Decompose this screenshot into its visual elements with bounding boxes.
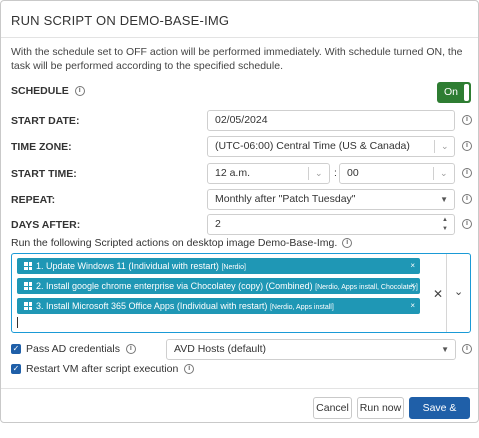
- schedule-label-text: SCHEDULE: [11, 85, 69, 97]
- selected-action-chip: 1. Update Windows 11 (Individual with re…: [17, 258, 420, 274]
- pass-ad-label-text: Pass AD credentials: [26, 343, 120, 355]
- start-minute-value: 00: [347, 167, 359, 179]
- run-script-dialog: RUN SCRIPT ON DEMO-BASE-IMG With the sch…: [0, 0, 479, 434]
- clear-all-icon[interactable]: ✕: [433, 287, 443, 301]
- repeat-value: Monthly after "Patch Tuesday": [215, 193, 356, 205]
- remove-chip-icon[interactable]: ×: [410, 278, 415, 294]
- time-zone-select[interactable]: (UTC-06:00) Central Time (US & Canada) ⌄: [207, 136, 455, 157]
- scripted-actions-label-text: Run the following Scripted actions on de…: [11, 237, 338, 249]
- start-hour-select[interactable]: 12 a.m. ⌄: [207, 163, 330, 184]
- restart-vm-info-icon[interactable]: i: [184, 364, 195, 375]
- chip-label: 1. Update Windows 11 (Individual with re…: [36, 261, 219, 271]
- cancel-button[interactable]: Cancel: [313, 397, 352, 419]
- start-date-input[interactable]: 02/05/2024: [207, 110, 455, 131]
- text-cursor[interactable]: [17, 317, 18, 328]
- schedule-description: With the schedule set to OFF action will…: [11, 46, 463, 72]
- start-time-info-icon[interactable]: i: [462, 168, 472, 178]
- chevron-down-icon[interactable]: ⌄: [454, 285, 463, 298]
- title-divider: [1, 37, 478, 38]
- days-after-value: 2: [215, 218, 221, 230]
- run-now-button[interactable]: Run now: [357, 397, 404, 419]
- divider: [433, 167, 434, 180]
- time-zone-label: TIME ZONE:: [11, 141, 72, 153]
- toggle-knob: [464, 84, 469, 101]
- pass-ad-checkbox[interactable]: ✓: [11, 344, 21, 354]
- selected-action-chip: 3. Install Microsoft 365 Office Apps (In…: [17, 298, 420, 314]
- pass-ad-select[interactable]: AVD Hosts (default) ▼: [166, 339, 456, 360]
- chip-label: 2. Install google chrome enterprise via …: [36, 281, 313, 291]
- days-after-info-icon[interactable]: i: [462, 219, 472, 229]
- pass-ad-label: Pass AD credentials i: [26, 343, 136, 355]
- footer-divider: [1, 388, 478, 389]
- restart-vm-label: Restart VM after script execution i: [26, 363, 195, 375]
- scripted-actions-multiselect[interactable]: 1. Update Windows 11 (Individual with re…: [11, 253, 471, 333]
- pass-ad-select-info-icon[interactable]: i: [462, 344, 472, 354]
- chip-tags: [Nerdio, Apps install]: [269, 304, 334, 311]
- start-date-info-icon[interactable]: i: [462, 115, 472, 125]
- windows-icon: [24, 302, 32, 311]
- caret-down-icon: ▼: [441, 345, 449, 354]
- info-icon[interactable]: i: [74, 86, 85, 97]
- start-hour-value: 12 a.m.: [215, 167, 251, 179]
- repeat-info-icon[interactable]: i: [462, 194, 472, 204]
- selected-action-chip: 2. Install google chrome enterprise via …: [17, 278, 420, 294]
- divider: [308, 167, 309, 180]
- chevron-down-icon: ⌄: [315, 168, 323, 178]
- windows-icon: [24, 262, 32, 271]
- windows-icon: [24, 282, 32, 291]
- divider: [446, 254, 447, 332]
- chevron-down-icon: ⌄: [440, 168, 448, 178]
- restart-vm-label-text: Restart VM after script execution: [26, 363, 179, 375]
- chevron-down-icon: ⌄: [441, 141, 449, 151]
- remove-chip-icon[interactable]: ×: [410, 298, 415, 314]
- remove-chip-icon[interactable]: ×: [410, 258, 415, 274]
- chip-tags: [Nerdio, Apps install, Chocolatey]: [315, 284, 418, 291]
- time-separator: :: [334, 167, 337, 179]
- start-time-label: START TIME:: [11, 168, 77, 180]
- divider: [434, 140, 435, 153]
- scripted-actions-info-icon[interactable]: i: [342, 238, 353, 249]
- pass-ad-info-icon[interactable]: i: [125, 344, 136, 355]
- schedule-label: SCHEDULE i: [11, 85, 85, 97]
- start-minute-select[interactable]: 00 ⌄: [339, 163, 455, 184]
- days-after-label: DAYS AFTER:: [11, 219, 81, 231]
- chip-tags: [Nerdio]: [221, 264, 246, 271]
- scripted-actions-label: Run the following Scripted actions on de…: [11, 237, 353, 249]
- days-after-input[interactable]: 2 ▲ ▼: [207, 214, 455, 235]
- time-zone-info-icon[interactable]: i: [462, 141, 472, 151]
- caret-down-icon: ▼: [440, 195, 448, 204]
- schedule-toggle[interactable]: On: [437, 82, 471, 103]
- repeat-label: REPEAT:: [11, 194, 56, 206]
- time-zone-value: (UTC-06:00) Central Time (US & Canada): [215, 140, 410, 152]
- start-date-label: START DATE:: [11, 115, 80, 127]
- schedule-toggle-label: On: [444, 86, 459, 98]
- dialog-title: RUN SCRIPT ON DEMO-BASE-IMG: [11, 13, 230, 28]
- restart-vm-checkbox[interactable]: ✓: [11, 364, 21, 374]
- repeat-select[interactable]: Monthly after "Patch Tuesday" ▼: [207, 189, 455, 210]
- save-close-button[interactable]: Save & close: [409, 397, 470, 434]
- stepper-icon[interactable]: ▲ ▼: [442, 216, 448, 234]
- chip-label: 3. Install Microsoft 365 Office Apps (In…: [36, 301, 268, 311]
- pass-ad-select-value: AVD Hosts (default): [174, 343, 267, 355]
